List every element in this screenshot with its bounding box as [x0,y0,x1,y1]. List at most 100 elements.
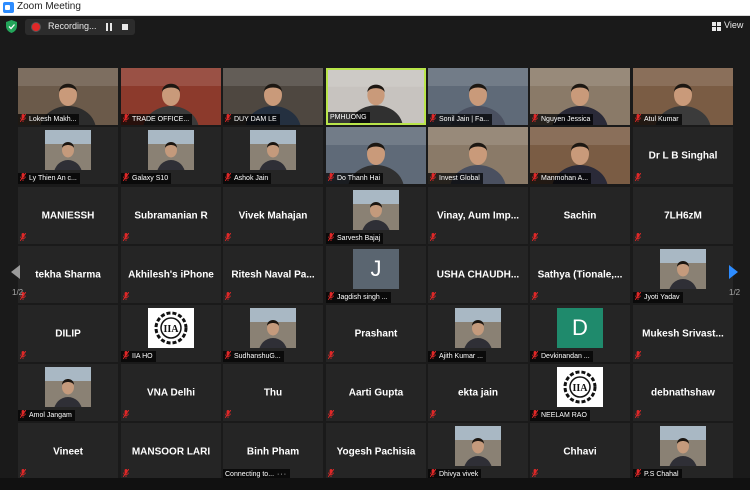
muted-microphone-icon [532,233,541,244]
participant-tile[interactable]: Do Thanh Hai [326,127,426,184]
bottom-strip [0,478,750,490]
participant-display-name: Prashant [354,328,398,339]
participant-display-name: Sathya (Tionale,... [537,269,623,280]
participant-tile[interactable]: Galaxy S10 [121,127,221,184]
participant-name-label: Sonil Jain | Fa... [428,114,493,125]
participant-tile[interactable]: Manmohan A... [530,127,630,184]
participant-tile[interactable]: VNA Delhi [121,364,221,421]
participant-tile[interactable]: Vinay, Aum Imp... [428,187,528,244]
muted-microphone-icon [635,351,644,362]
participant-tile[interactable]: Sachin [530,187,630,244]
participant-display-name: USHA CHAUDH... [436,269,520,280]
participant-tile[interactable]: ekta jain [428,364,528,421]
participant-tile[interactable]: Dhivya vivek [428,423,528,480]
participant-tile[interactable]: TRADE OFFICE... [121,68,221,125]
participant-tile[interactable]: Chhavi [530,423,630,480]
participant-tile[interactable]: P.S Chahal [633,423,733,480]
participant-tile[interactable]: Subramanian R [121,187,221,244]
participant-tile[interactable]: Ly Thien An c... [18,127,118,184]
participant-tile[interactable]: Aarti Gupta [326,364,426,421]
participant-tile[interactable]: Prashant [326,305,426,362]
stop-recording-button[interactable] [122,24,128,30]
participant-name-label: Devkinandan ... [530,351,593,362]
participant-name-label [121,410,135,421]
participant-tile[interactable]: Sathya (Tionale,... [530,246,630,303]
participant-display-name: tekha Sharma [35,269,101,280]
participant-tile[interactable]: Atul Kumar [633,68,733,125]
page-indicator-left: 1/2 [12,288,24,297]
participant-display-name: Sachin [563,210,597,221]
participant-name-label: Ajith Kumar ... [428,351,486,362]
participant-tile[interactable]: MANSOOR LARI [121,423,221,480]
participant-tile[interactable]: Lokesh Makh... [18,68,118,125]
participant-name-label: TRADE OFFICE... [121,114,193,125]
participant-tile[interactable]: Yogesh Pachisia [326,423,426,480]
previous-page-arrow-icon[interactable] [11,265,21,279]
participant-tile[interactable]: Invest Global [428,127,528,184]
participant-tile[interactable]: Ashok Jain [223,127,323,184]
participant-tile[interactable]: IIA NEELAM RAO [530,364,630,421]
participant-tile[interactable]: Amol Jangam [18,364,118,421]
participant-tile[interactable]: Thu [223,364,323,421]
participant-tile[interactable]: SudhanshuG... [223,305,323,362]
recording-dot-icon [31,22,41,32]
participant-tile[interactable]: Sarvesh Bajaj [326,187,426,244]
participant-display-name: Yogesh Pachisia [336,446,416,457]
next-page-arrow-icon[interactable] [728,265,738,279]
participant-tile[interactable]: MANIESSH [18,187,118,244]
muted-microphone-icon [635,410,644,421]
participant-tile[interactable]: Sonil Jain | Fa... [428,68,528,125]
participant-tile[interactable]: Mukesh Srivast... [633,305,733,362]
participant-tile[interactable]: Jyoti Yadav [633,246,733,303]
participant-tile[interactable]: Ritesh Naval Pa... [223,246,323,303]
participant-display-name: DILIP [55,328,81,339]
participant-display-name: Thu [263,387,283,398]
muted-microphone-icon [532,114,541,125]
participant-name-label: Nguyen Jessica [530,114,594,125]
svg-text:IIA: IIA [572,383,588,394]
participant-name-label: Do Thanh Hai [326,173,384,184]
participant-name-label: IIA HO [121,351,156,362]
participant-display-name: Dr L B Singhal [648,150,718,161]
participant-name-label [633,173,647,184]
muted-microphone-icon [123,114,132,125]
participant-name-label [633,351,647,362]
grid-icon [712,22,721,31]
participant-tile[interactable]: Vivek Mahajan [223,187,323,244]
participant-tile[interactable]: D Devkinandan ... [530,305,630,362]
participant-name-label [326,351,340,362]
participant-name-label: Galaxy S10 [121,173,172,184]
muted-microphone-icon [430,173,439,184]
muted-microphone-icon [123,173,132,184]
zoom-app-icon [3,2,14,13]
shield-icon[interactable] [6,20,17,33]
participant-tile[interactable]: Vineet [18,423,118,480]
participant-display-name: Ritesh Naval Pa... [231,269,315,280]
muted-microphone-icon [328,410,337,421]
participant-tile[interactable]: Nguyen Jessica [530,68,630,125]
participant-tile[interactable]: 7LH6zM [633,187,733,244]
participant-name-label [121,292,135,303]
participant-tile[interactable]: J Jagdish singh ... [326,246,426,303]
participant-tile[interactable]: DUY DAM LE [223,68,323,125]
participant-tile[interactable]: Binh Pham Connecting to... ··· [223,423,323,480]
pause-recording-button[interactable] [105,23,113,31]
participant-tile[interactable]: tekha Sharma [18,246,118,303]
participant-name-label: Jagdish singh ... [326,292,391,303]
participant-tile[interactable]: Ajith Kumar ... [428,305,528,362]
participant-tile[interactable]: debnathshaw [633,364,733,421]
participant-tile[interactable]: USHA CHAUDH... [428,246,528,303]
participant-tile[interactable]: IIA IIA HO [121,305,221,362]
participant-name-label [428,410,442,421]
participant-tile[interactable]: Akhilesh's iPhone [121,246,221,303]
muted-microphone-icon [225,410,234,421]
participant-tile[interactable]: Dr L B Singhal [633,127,733,184]
participant-tile[interactable]: DILIP [18,305,118,362]
muted-microphone-icon [20,173,29,184]
participant-display-name: Aarti Gupta [348,387,404,398]
participant-tile[interactable]: PMHUONG [326,68,426,125]
participant-name-label [428,292,442,303]
muted-microphone-icon [430,351,439,362]
participant-name-label: NEELAM RAO [530,410,590,421]
participant-name-label [633,410,647,421]
